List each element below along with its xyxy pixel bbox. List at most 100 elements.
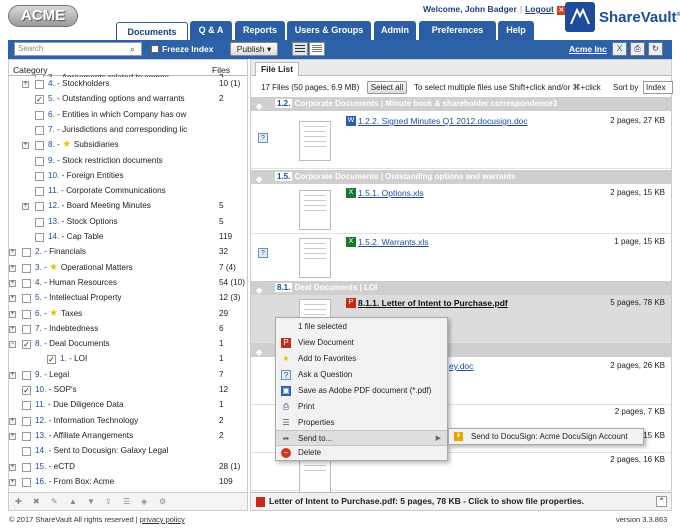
freeze-index-toggle[interactable]: Freeze Index (151, 44, 214, 54)
category-checkbox[interactable] (35, 125, 44, 135)
file-row[interactable]: X 1.5.1. Options.xls 2 pages, 15 KB (251, 184, 671, 234)
excel-export-icon[interactable]: X (612, 42, 627, 56)
category-item[interactable]: +9. - Legal 7 (9, 368, 247, 383)
expand-icon[interactable]: + (22, 203, 29, 211)
question-icon[interactable]: ? (258, 133, 268, 143)
category-checkbox[interactable] (35, 202, 44, 212)
move-down-icon[interactable]: ▼ (87, 497, 97, 507)
edit-icon[interactable]: ✎ (51, 497, 61, 507)
category-item[interactable]: +13. - Affiliate Arrangements 2 (9, 429, 247, 444)
menu-add-to-favorites[interactable]: ★ Add to Favorites (276, 351, 447, 367)
category-label[interactable]: 8. - Deal Documents (35, 339, 210, 348)
refresh-icon[interactable]: ↻ (648, 42, 663, 56)
category-checkbox[interactable] (22, 278, 31, 288)
category-checkbox[interactable] (35, 141, 44, 151)
category-label[interactable]: 13. - Stock Options (48, 217, 210, 226)
expand-icon[interactable]: + (9, 279, 16, 287)
document-thumbnail[interactable] (299, 190, 331, 230)
list-view-icon[interactable] (292, 42, 308, 56)
privacy-policy-link[interactable]: privacy policy (140, 515, 185, 524)
expand-icon[interactable]: + (9, 264, 16, 272)
document-thumbnail[interactable] (299, 238, 331, 278)
category-checkbox[interactable] (22, 416, 31, 426)
settings-icon[interactable]: ⚙ (159, 497, 169, 507)
category-label[interactable]: 1. - LOI (60, 354, 210, 363)
upload-icon[interactable]: ⇪ (105, 497, 115, 507)
category-label[interactable]: 2. - Financials (35, 247, 210, 256)
category-item[interactable]: +12. - Information Technology 2 (9, 414, 247, 429)
file-name[interactable]: 1.5.2. Warrants.xls (358, 237, 429, 247)
detail-view-icon[interactable] (309, 42, 325, 56)
publish-button[interactable]: Publish ▾ (230, 42, 278, 56)
category-item[interactable]: +5. - Intellectual Property 12 (3) (9, 291, 247, 306)
file-status-bar[interactable]: Letter of Intent to Purchase.pdf: 5 page… (251, 492, 671, 510)
category-item[interactable]: +16. - From Box: Acme 109 (9, 475, 247, 490)
collapse-icon[interactable]: ⌃ (656, 496, 667, 507)
category-label[interactable]: 3. - ★ Operational Matters (35, 263, 210, 272)
category-label[interactable]: 13. - Affiliate Arrangements (35, 431, 210, 440)
category-checkbox[interactable] (35, 233, 44, 242)
expand-icon[interactable]: + (9, 463, 16, 471)
category-item[interactable]: ✓ 1. - LOI 1 (9, 352, 247, 367)
move-up-icon[interactable]: ▲ (69, 497, 79, 507)
category-item[interactable]: +2. - Financials 32 (9, 245, 247, 260)
expand-icon[interactable]: + (9, 295, 16, 303)
tab-qa[interactable]: Q & A (190, 21, 232, 40)
category-item[interactable]: 14. - Cap Table 119 (9, 230, 247, 245)
category-item[interactable]: +3. - ★ Operational Matters 7 (4) (9, 261, 247, 276)
category-item[interactable]: 7. - Jurisdictions and corresponding lic (9, 123, 247, 138)
category-label[interactable]: 4. - Human Resources (35, 278, 210, 287)
expand-icon[interactable]: + (9, 371, 16, 379)
category-checkbox[interactable] (35, 171, 44, 181)
menu-view-document[interactable]: P View Document (276, 335, 447, 351)
file-name[interactable]: ey.doc (449, 361, 473, 371)
category-item[interactable]: 6. - Entities in which Company has ow (9, 108, 247, 123)
expand-icon[interactable]: + (9, 478, 16, 486)
category-label[interactable]: 12. - Board Meeting Minutes (48, 201, 210, 210)
category-checkbox[interactable] (22, 447, 31, 457)
tag-icon[interactable]: ◈ (141, 497, 151, 507)
category-checkbox[interactable] (22, 401, 31, 411)
collapse-icon[interactable]: − (9, 341, 16, 349)
menu-properties[interactable]: ☰ Properties (276, 415, 447, 431)
tab-help[interactable]: Help (498, 21, 534, 40)
file-row[interactable]: ? W 1.2.2. Signed Minutes Q1 2012.docusi… (251, 111, 671, 169)
category-item[interactable]: +15. - eCTD 28 (1) (9, 460, 247, 475)
category-label[interactable]: 10. - SOP's (35, 385, 210, 394)
category-checkbox[interactable] (22, 309, 31, 319)
category-checkbox[interactable]: ✓ (47, 355, 56, 365)
company-link[interactable]: Acme Inc (569, 44, 607, 54)
category-item[interactable]: 11. - Corporate Communications (9, 184, 247, 199)
category-checkbox[interactable] (22, 477, 31, 487)
category-item[interactable]: +4. - Stockholders 10 (1) (9, 77, 247, 92)
category-item[interactable]: ✓ 10. - SOP's 12 (9, 383, 247, 398)
file-name[interactable]: 8.1.1. Letter of Intent to Purchase.pdf (358, 298, 508, 308)
expand-icon[interactable]: + (9, 310, 16, 318)
category-label[interactable]: 10. - Foreign Entities (48, 171, 210, 180)
tab-preferences[interactable]: Preferences (419, 21, 496, 40)
category-item[interactable]: +7. - Indebtedness 6 (9, 322, 247, 337)
menu-delete[interactable]: − Delete (276, 445, 447, 461)
category-label[interactable]: 4. - Stockholders (48, 79, 210, 88)
category-checkbox[interactable] (22, 462, 31, 472)
category-checkbox[interactable] (22, 294, 31, 304)
category-label[interactable]: 9. - Legal (35, 370, 210, 379)
category-label[interactable]: 6. - ★ Taxes (35, 309, 210, 318)
expand-icon[interactable]: + (9, 249, 16, 257)
category-label[interactable]: 16. - From Box: Acme (35, 477, 210, 486)
category-checkbox[interactable] (22, 248, 31, 258)
category-checkbox[interactable] (22, 370, 31, 380)
category-checkbox[interactable]: ✓ (22, 386, 31, 395)
menu-print[interactable]: ⎙ Print (276, 399, 447, 415)
category-item[interactable]: 10. - Foreign Entities (9, 169, 247, 184)
category-item[interactable]: +12. - Board Meeting Minutes 5 (9, 199, 247, 214)
category-label[interactable]: 8. - ★ Subsidiaries (48, 140, 210, 149)
menu-ask-question[interactable]: ? Ask a Question (276, 367, 447, 383)
category-checkbox[interactable] (35, 187, 44, 197)
expand-icon[interactable]: + (9, 325, 16, 333)
category-checkbox[interactable] (35, 156, 44, 166)
category-label[interactable]: 14. - Cap Table (48, 232, 210, 241)
category-label[interactable]: 7. - Jurisdictions and corresponding lic (48, 125, 210, 134)
category-item[interactable]: +6. - ★ Taxes 29 (9, 307, 247, 322)
category-item[interactable]: 13. - Stock Options 5 (9, 215, 247, 230)
